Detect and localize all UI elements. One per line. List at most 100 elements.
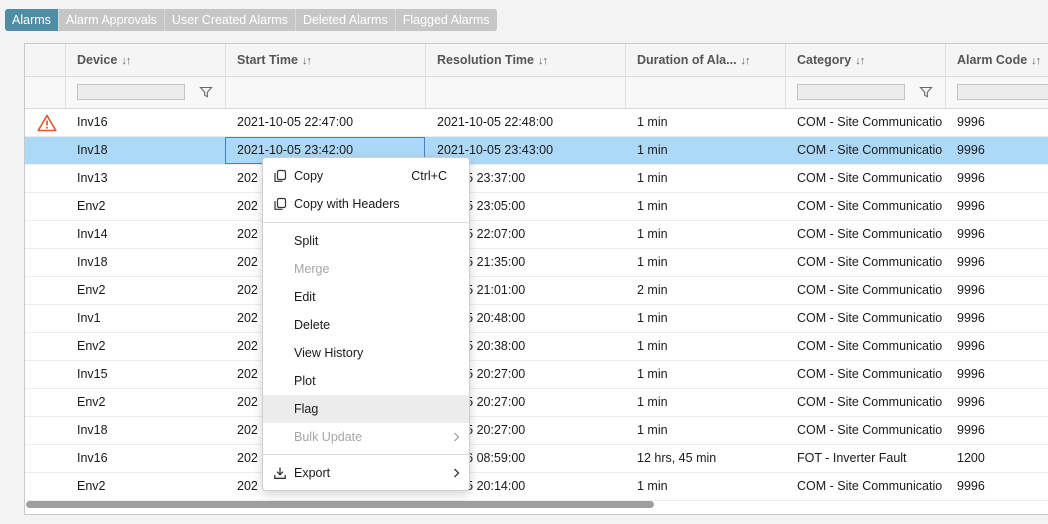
menu-item-plot[interactable]: Plot [263,367,469,395]
duration-cell[interactable]: 1 min [625,193,785,220]
category-cell[interactable]: COM - Site Communicatio [785,193,945,220]
category-cell[interactable]: COM - Site Communicatio [785,165,945,192]
alarm-code-cell[interactable]: 9996 [945,473,1048,500]
horizontal-scrollbar[interactable] [26,501,654,508]
duration-cell[interactable]: 1 min [625,389,785,416]
filter-icon[interactable] [919,85,933,99]
start-time-cell[interactable]: 2021-10-05 22:47:00 [225,109,425,136]
column-header-resolution-time[interactable]: Resolution Time ↓↑ [425,44,625,76]
category-cell[interactable]: COM - Site Communicatio [785,361,945,388]
column-header-device[interactable]: Device ↓↑ [65,44,225,76]
device-cell[interactable]: Inv1 [65,305,225,332]
sort-icon[interactable]: ↓↑ [121,55,131,67]
tab-alarms[interactable]: Alarms [5,9,58,31]
table-row[interactable]: Inv15 202 -10-05 20:27:00 1 min COM - Site C… [25,361,1048,389]
table-row[interactable]: Inv18 202 -10-05 20:27:00 1 min COM - Site C… [25,417,1048,445]
duration-cell[interactable]: 1 min [625,333,785,360]
alarm-code-cell[interactable]: 9996 [945,277,1048,304]
alarm-code-cell[interactable]: 9996 [945,361,1048,388]
category-cell[interactable]: COM - Site Communicatio [785,417,945,444]
tab-flagged-alarms[interactable]: Flagged Alarms [394,9,497,31]
alarm-code-cell[interactable]: 9996 [945,249,1048,276]
alarm-code-cell[interactable]: 9996 [945,193,1048,220]
device-cell[interactable]: Inv18 [65,417,225,444]
device-cell[interactable]: Inv15 [65,361,225,388]
duration-cell[interactable]: 1 min [625,165,785,192]
device-cell[interactable]: Env2 [65,473,225,500]
alarm-code-cell[interactable]: 1200 [945,445,1048,472]
table-row[interactable]: Inv16 202 -10-06 08:59:00 12 hrs, 45 min FOT… [25,445,1048,473]
sort-icon[interactable]: ↓↑ [1031,55,1041,67]
table-row[interactable]: Env2 202 -10-05 23:05:00 1 min COM - Site Co… [25,193,1048,221]
table-row[interactable]: Env2 202 -10-05 21:01:00 2 min COM - Site Co… [25,277,1048,305]
category-cell[interactable]: FOT - Inverter Fault [785,445,945,472]
table-row[interactable]: Inv18 202 -10-05 21:35:00 1 min COM - Site C… [25,249,1048,277]
device-cell[interactable]: Env2 [65,193,225,220]
device-cell[interactable]: Inv16 [65,445,225,472]
alarm-code-cell[interactable]: 9996 [945,305,1048,332]
alarm-code-cell[interactable]: 9996 [945,333,1048,360]
menu-item-flag[interactable]: Flag [263,395,469,423]
alarm-code-cell[interactable]: 9996 [945,165,1048,192]
category-cell[interactable]: COM - Site Communicatio [785,333,945,360]
resolution-time-cell[interactable]: 2021-10-05 22:48:00 [425,109,625,136]
device-cell[interactable]: Inv13 [65,165,225,192]
sort-icon[interactable]: ↓↑ [302,55,312,67]
category-cell[interactable]: COM - Site Communicatio [785,249,945,276]
table-row[interactable]: Inv14 202 -10-05 22:07:00 1 min COM - Site C… [25,221,1048,249]
column-header-alarm-code[interactable]: Alarm Code ↓↑ [945,44,1048,76]
device-cell[interactable]: Inv14 [65,221,225,248]
tab-user-created-alarms[interactable]: User Created Alarms [163,9,295,31]
category-cell[interactable]: COM - Site Communicatio [785,389,945,416]
alarm-code-cell[interactable]: 9996 [945,417,1048,444]
duration-cell[interactable]: 1 min [625,417,785,444]
duration-cell[interactable]: 12 hrs, 45 min [625,445,785,472]
category-cell[interactable]: COM - Site Communicatio [785,305,945,332]
tab-alarm-approvals[interactable]: Alarm Approvals [57,9,164,31]
category-filter-input[interactable] [797,84,905,100]
table-row[interactable]: Inv13 202 -10-05 23:37:00 1 min COM - Site C… [25,165,1048,193]
duration-cell[interactable]: 1 min [625,109,785,136]
table-row[interactable]: Inv18 2021-10-05 23:42:00 2021-10-05 23:43… [25,137,1048,165]
alarm-code-cell[interactable]: 9996 [945,389,1048,416]
column-header-category[interactable]: Category ↓↑ [785,44,945,76]
menu-item-edit[interactable]: Edit [263,283,469,311]
alarm-code-cell[interactable]: 9996 [945,109,1048,136]
table-row[interactable]: Env2 202 -10-05 20:27:00 1 min COM - Site Co… [25,389,1048,417]
duration-cell[interactable]: 1 min [625,361,785,388]
device-filter-input[interactable] [77,84,185,100]
duration-cell[interactable]: 1 min [625,221,785,248]
tab-deleted-alarms[interactable]: Deleted Alarms [294,9,395,31]
category-cell[interactable]: COM - Site Communicatio [785,277,945,304]
category-cell[interactable]: COM - Site Communicatio [785,137,945,164]
table-row[interactable]: Env2 202 -10-05 20:38:00 1 min COM - Site Co… [25,333,1048,361]
duration-cell[interactable]: 1 min [625,137,785,164]
duration-cell[interactable]: 1 min [625,473,785,500]
duration-cell[interactable]: 2 min [625,277,785,304]
menu-item-copy-with-headers[interactable]: Copy with Headers [263,190,469,218]
sort-icon[interactable]: ↓↑ [855,55,865,67]
device-cell[interactable]: Inv18 [65,137,225,164]
device-cell[interactable]: Env2 [65,277,225,304]
menu-item-split[interactable]: Split [263,227,469,255]
duration-cell[interactable]: 1 min [625,249,785,276]
table-row[interactable]: Inv16 2021-10-05 22:47:00 2021-10-05 22:48… [25,109,1048,137]
sort-icon[interactable]: ↓↑ [741,55,751,67]
menu-item-copy[interactable]: Copy Ctrl+C [263,162,469,190]
category-cell[interactable]: COM - Site Communicatio [785,221,945,248]
device-cell[interactable]: Inv18 [65,249,225,276]
filter-icon[interactable] [199,85,213,99]
alarm-code-cell[interactable]: 9996 [945,137,1048,164]
menu-item-delete[interactable]: Delete [263,311,469,339]
device-cell[interactable]: Env2 [65,333,225,360]
alarm-code-cell[interactable]: 9996 [945,221,1048,248]
duration-cell[interactable]: 1 min [625,305,785,332]
column-header-duration[interactable]: Duration of Ala... ↓↑ [625,44,785,76]
sort-icon[interactable]: ↓↑ [538,55,548,67]
table-row[interactable]: Inv1 202 -10-05 20:48:00 1 min COM - Site Co… [25,305,1048,333]
menu-item-export[interactable]: Export [263,459,469,487]
menu-item-view-history[interactable]: View History [263,339,469,367]
alarm-code-filter-input[interactable] [957,84,1048,100]
column-header-start-time[interactable]: Start Time ↓↑ [225,44,425,76]
device-cell[interactable]: Env2 [65,389,225,416]
